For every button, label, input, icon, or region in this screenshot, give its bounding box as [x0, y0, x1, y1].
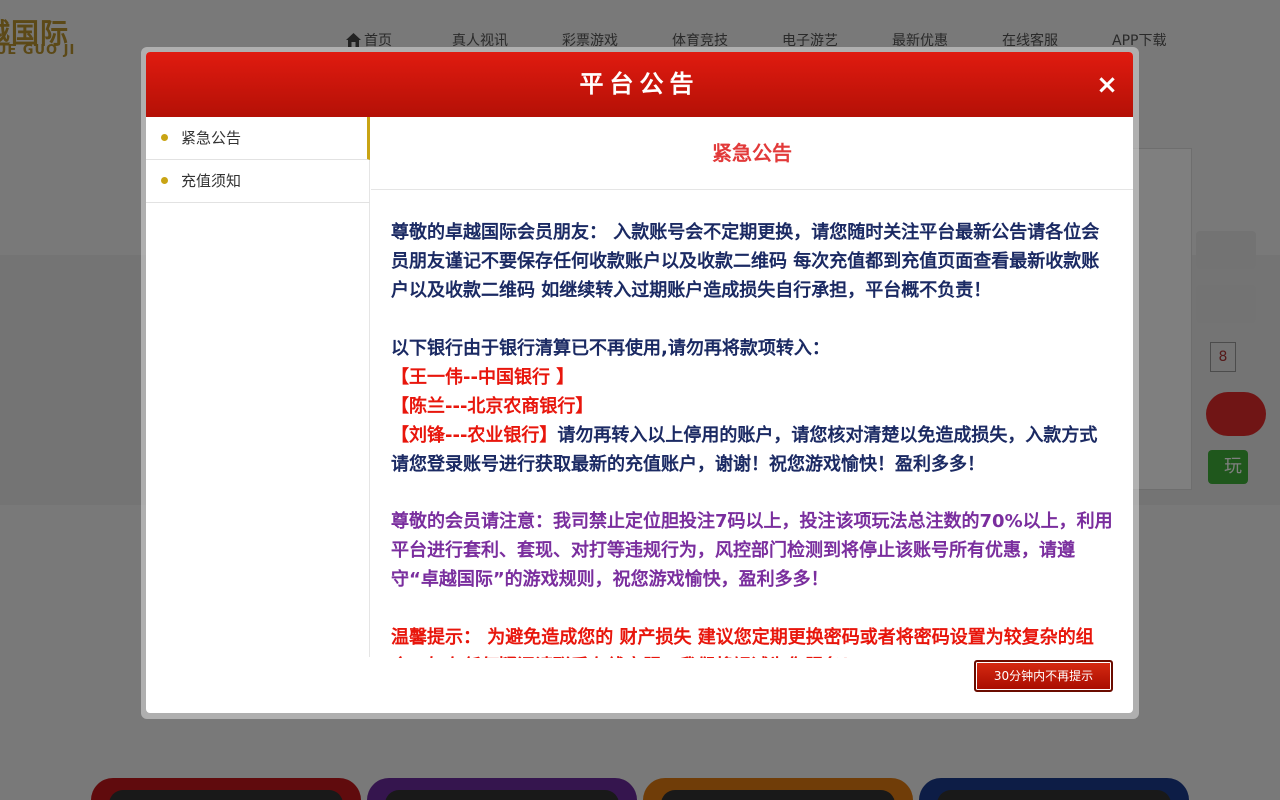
notice-paragraph-3: 【刘锋---农业银行】请勿再转入以上停用的账户，请您核对清楚以免造成损失，入款方… [391, 421, 1113, 479]
bullet-icon [161, 134, 168, 141]
content-title: 紧急公告 [712, 141, 792, 165]
announcement-sidebar: 紧急公告 充值须知 [146, 117, 370, 657]
notice-paragraph-1: 尊敬的卓越国际会员朋友： 入款账号会不定期更换，请您随时关注平台最新公告请各位会… [391, 222, 1100, 301]
sidebar-item-label: 紧急公告 [181, 129, 242, 147]
modal-title: 平台公告 [579, 70, 700, 98]
sidebar-item-urgent[interactable]: 紧急公告 [146, 117, 370, 160]
close-icon[interactable]: × [1096, 70, 1118, 100]
bank-line-2: 【陈兰---北京农商银行】 [391, 396, 594, 417]
sidebar-item-deposit-notice[interactable]: 充值须知 [146, 160, 370, 203]
bullet-icon [161, 177, 168, 184]
notice-paragraph-4: 尊敬的会员请注意：我司禁止定位胆投注7码以上，投注该项玩法总注数的70%以上，利… [391, 511, 1113, 590]
bank-line-3: 【刘锋---农业银行】 [391, 425, 558, 446]
announcement-modal: 平台公告 × 紧急公告 充值须知 紧急公告 尊敬的卓越国际会员朋友： 入款账号会… [146, 52, 1133, 713]
announcement-content[interactable]: 尊敬的卓越国际会员朋友： 入款账号会不定期更换，请您随时关注平台最新公告请各位会… [371, 191, 1133, 658]
modal-header: 平台公告 × [146, 52, 1133, 117]
notice-paragraph-5: 温馨提示： 为避免造成您的 财产损失 建议您定期更换密码或者将密码设置为较复杂的… [391, 627, 1094, 658]
sidebar-item-label: 充值须知 [181, 172, 242, 190]
notice-paragraph-2: 以下银行由于银行清算已不再使用,请勿再将款项转入： [391, 338, 830, 359]
bank-line-1: 【王一伟--中国银行 】 [391, 367, 575, 388]
dismiss-30min-button[interactable]: 30分钟内不再提示 [974, 660, 1113, 692]
content-header: 紧急公告 [371, 117, 1133, 190]
